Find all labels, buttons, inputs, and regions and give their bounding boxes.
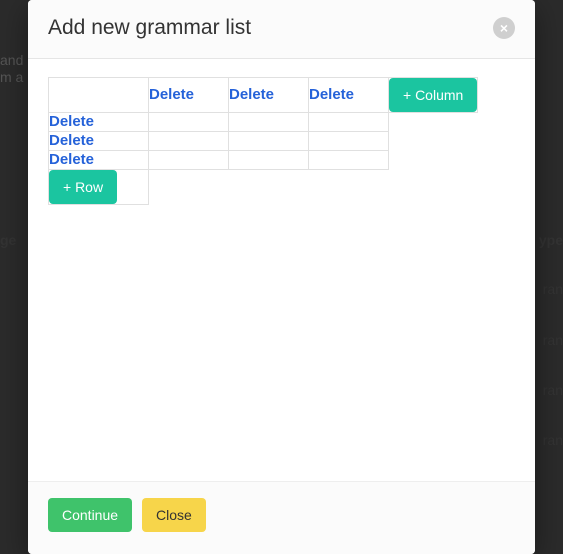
delete-row-button[interactable]: Delete — [49, 132, 94, 149]
add-grammar-list-modal: Add new grammar list × Delete Delete Del… — [28, 0, 535, 554]
delete-row-button[interactable]: Delete — [49, 151, 94, 168]
modal-body: Delete Delete Delete + Column Delete — [28, 59, 535, 481]
close-icon[interactable]: × — [493, 17, 515, 39]
grid-row: Delete — [49, 151, 478, 170]
delete-column-button[interactable]: Delete — [309, 86, 354, 103]
column-header: Delete — [149, 78, 229, 113]
modal-title: Add new grammar list — [48, 16, 251, 40]
grid-cell[interactable] — [149, 132, 229, 151]
grid-cell[interactable] — [149, 151, 229, 170]
spacer — [389, 151, 478, 170]
row-header: Delete — [49, 132, 149, 151]
grid-corner-cell — [49, 78, 149, 113]
bg-cell: ran — [543, 332, 563, 348]
grid-row: Delete — [49, 113, 478, 132]
row-header: Delete — [49, 151, 149, 170]
add-column-cell: + Column — [389, 78, 478, 113]
bg-text: m a — [0, 69, 23, 85]
grid-cell[interactable] — [149, 113, 229, 132]
grid-cell[interactable] — [309, 151, 389, 170]
spacer — [229, 170, 309, 205]
modal-header: Add new grammar list × — [28, 0, 535, 59]
bg-cell: ran — [543, 281, 563, 297]
bg-cell: ran — [543, 432, 563, 448]
bg-cell: ran — [543, 382, 563, 398]
grid-cell[interactable] — [229, 113, 309, 132]
grid-cell[interactable] — [309, 113, 389, 132]
spacer — [389, 170, 478, 205]
grid-cell[interactable] — [309, 132, 389, 151]
grid-header-row: Delete Delete Delete + Column — [49, 78, 478, 113]
add-row-cell: + Row — [49, 170, 149, 205]
grid-cell[interactable] — [229, 132, 309, 151]
grammar-grid: Delete Delete Delete + Column Delete — [48, 77, 478, 205]
add-column-button[interactable]: + Column — [389, 78, 477, 112]
grid-row: Delete — [49, 132, 478, 151]
spacer — [309, 170, 389, 205]
spacer — [389, 132, 478, 151]
delete-column-button[interactable]: Delete — [149, 86, 194, 103]
delete-column-button[interactable]: Delete — [229, 86, 274, 103]
close-button[interactable]: Close — [142, 498, 206, 532]
spacer — [149, 170, 229, 205]
grid-cell[interactable] — [229, 151, 309, 170]
column-header: Delete — [229, 78, 309, 113]
row-header: Delete — [49, 113, 149, 132]
spacer — [389, 113, 478, 132]
add-row-button[interactable]: + Row — [49, 170, 117, 204]
column-header: Delete — [309, 78, 389, 113]
bg-text: and — [0, 52, 23, 68]
delete-row-button[interactable]: Delete — [49, 113, 94, 130]
continue-button[interactable]: Continue — [48, 498, 132, 532]
modal-footer: Continue Close — [28, 481, 535, 554]
add-row-row: + Row — [49, 170, 478, 205]
bg-col-left: ge — [0, 232, 16, 248]
bg-col-right: ype — [539, 232, 563, 248]
